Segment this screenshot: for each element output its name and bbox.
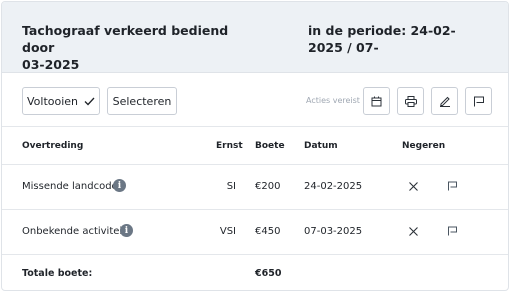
- info-icon[interactable]: i: [113, 179, 126, 192]
- table-header: Overtreding Ernst Boete Datum Negeren: [2, 128, 508, 165]
- ignore-close-icon[interactable]: [408, 181, 419, 192]
- card-header: Tachograaf verkeerd bediend door 03-2025…: [2, 2, 508, 73]
- complete-button-label: Voltooien: [26, 94, 79, 108]
- card-title-line-1: Tachograaf verkeerd bediend door: [22, 23, 229, 55]
- ignore-close-icon[interactable]: [408, 226, 419, 237]
- comment-button[interactable]: [465, 87, 492, 115]
- column-header-ignore: Negeren: [402, 141, 446, 151]
- severity-value: VSI: [219, 226, 236, 237]
- complete-button[interactable]: Voltooien: [22, 87, 100, 115]
- violation-name: Onbekende activiteit: [22, 226, 127, 237]
- card-title: Tachograaf verkeerd bediend door 03-2025: [22, 22, 242, 73]
- comment-flag-icon: [473, 96, 484, 106]
- violation-name: Missende landcode: [22, 181, 118, 192]
- violation-card: Tachograaf verkeerd bediend door 03-2025…: [1, 1, 509, 291]
- print-button[interactable]: [397, 87, 424, 115]
- actions-required-label: Acties vereist: [306, 96, 360, 105]
- fine-value: €200: [255, 181, 281, 192]
- total-label: Totale boete:: [22, 268, 93, 279]
- calendar-button[interactable]: [363, 87, 390, 115]
- fine-value: €450: [255, 226, 281, 237]
- info-icon[interactable]: i: [120, 224, 133, 237]
- table-row: Onbekende activiteit i VSI €450 07-03-20…: [2, 210, 508, 255]
- date-value: 07-03-2025: [304, 226, 363, 237]
- edit-icon: [439, 96, 450, 107]
- select-button[interactable]: Selecteren: [107, 87, 177, 115]
- edit-button[interactable]: [431, 87, 458, 115]
- date-value: 24-02-2025: [304, 181, 363, 192]
- card-title-line-2: 03-2025: [22, 57, 80, 72]
- column-header-violation: Overtreding: [22, 141, 84, 151]
- toolbar: Voltooien Selecteren Acties vereist: [2, 74, 508, 127]
- comment-flag-icon[interactable]: [447, 181, 458, 191]
- calendar-icon: [371, 96, 382, 106]
- total-row: Totale boete: €650: [2, 255, 508, 290]
- table-row: Missende landcode i SI €200 24-02-2025: [2, 165, 508, 210]
- column-header-date: Datum: [304, 141, 338, 151]
- printer-icon: [404, 95, 417, 107]
- column-header-severity: Ernst: [216, 141, 243, 151]
- comment-flag-icon[interactable]: [447, 226, 458, 236]
- period-label: in de periode: 24-02-2025 / 07-: [308, 23, 456, 55]
- column-header-fine: Boete: [255, 141, 285, 151]
- total-value: €650: [255, 268, 282, 279]
- checkmark-icon: [84, 97, 95, 105]
- severity-value: SI: [226, 181, 236, 192]
